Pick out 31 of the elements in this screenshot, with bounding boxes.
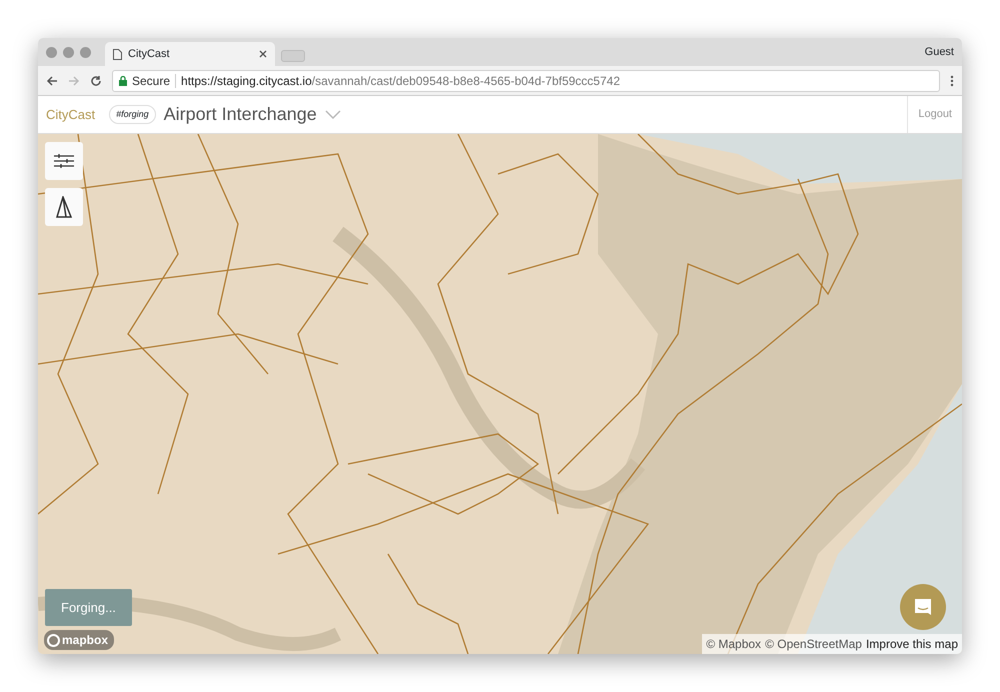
browser-tab[interactable]: CityCast bbox=[105, 42, 275, 66]
mapbox-logo-icon bbox=[47, 634, 60, 646]
menu-icon[interactable] bbox=[950, 74, 954, 86]
back-icon[interactable] bbox=[46, 74, 58, 86]
sliders-icon bbox=[54, 153, 74, 169]
chat-icon bbox=[913, 597, 933, 617]
url-text: https://staging.citycast.io/savannah/cast/deb09548-b8e8-4565-b04d-7bf59ccc5742 bbox=[181, 72, 620, 90]
close-icon[interactable] bbox=[259, 50, 267, 58]
tag-label: #forging bbox=[109, 104, 156, 124]
filter-button[interactable] bbox=[45, 142, 83, 180]
forward-icon[interactable] bbox=[68, 74, 80, 86]
security-label: Secure bbox=[132, 72, 170, 90]
tab-title: CityCast bbox=[128, 46, 171, 62]
logo-text: mapbox bbox=[62, 632, 108, 649]
window-control-button[interactable] bbox=[63, 46, 74, 58]
improve-map-link[interactable]: Improve this map bbox=[866, 635, 958, 653]
perspective-button[interactable] bbox=[45, 188, 83, 226]
reload-icon[interactable] bbox=[90, 74, 102, 86]
window-control-button[interactable] bbox=[80, 46, 91, 58]
credit-text: © Mapbox bbox=[706, 636, 762, 653]
chevron-down-icon[interactable] bbox=[324, 110, 341, 119]
page-icon bbox=[113, 48, 122, 60]
profile-name: Guest bbox=[924, 44, 954, 60]
lock-icon bbox=[119, 76, 127, 86]
divider-line bbox=[175, 74, 176, 88]
page-title: Airport Interchange bbox=[164, 103, 317, 126]
window-control-button[interactable] bbox=[46, 46, 57, 58]
credit-text: © OpenStreetMap bbox=[765, 636, 862, 653]
triangle-icon bbox=[56, 196, 72, 218]
address-bar[interactable]: Secure https://staging.citycast.io/savannah/cast/deb09548-b8e8-4565-b04d-7bf59ccc5742 bbox=[112, 70, 940, 92]
new-tab-button[interactable] bbox=[281, 50, 305, 62]
